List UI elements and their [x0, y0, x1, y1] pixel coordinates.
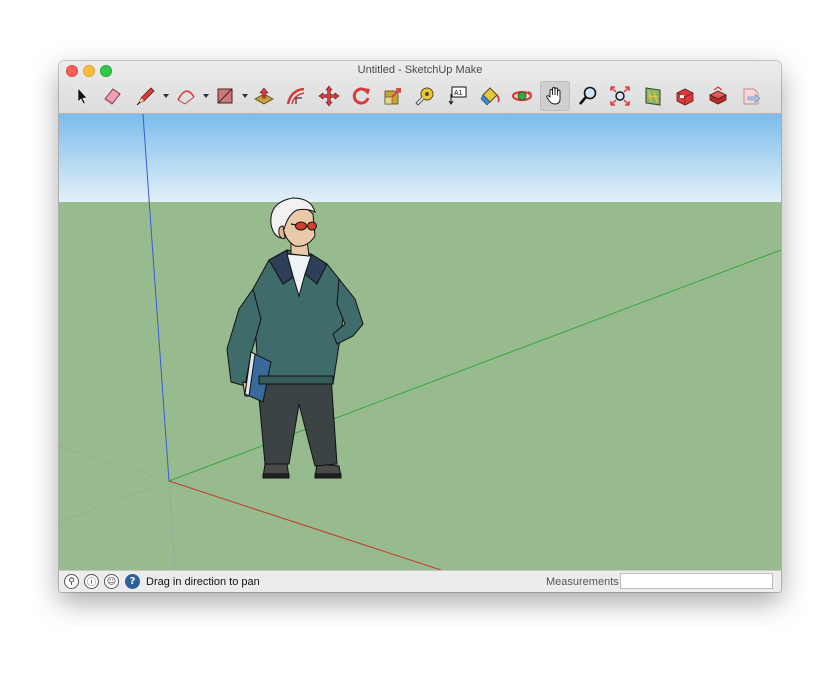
layout-icon [743, 88, 761, 105]
magnifier-icon [579, 86, 597, 105]
offset-icon [286, 87, 305, 105]
credits-icon[interactable]: ⓘ [84, 574, 99, 589]
warehouse-icon [676, 88, 694, 106]
sketchup-window: Untitled - SketchUp Make A1 ⚲ ⓘ ☺ ? Drag… [59, 61, 781, 592]
scale-icon [384, 88, 401, 105]
extension-warehouse-button[interactable] [703, 81, 733, 111]
model-viewport[interactable] [59, 114, 781, 570]
tape-measure-tool-button[interactable] [410, 81, 440, 111]
zoom-tool-button[interactable] [573, 81, 603, 111]
help-icon[interactable]: ? [125, 574, 140, 589]
rotate-icon [352, 87, 370, 105]
rectangle-icon [217, 88, 233, 104]
arc-tool-button[interactable] [171, 81, 201, 111]
push-pull-icon [254, 87, 274, 105]
status-bar: ⚲ ⓘ ☺ ? Drag in direction to pan Measure… [59, 570, 781, 592]
arrow-cursor-icon [77, 87, 88, 105]
eraser-icon [104, 88, 121, 105]
scene-canvas [59, 114, 781, 570]
arc-tool-dropdown-caret[interactable] [203, 94, 209, 98]
shapes-tool-button[interactable] [210, 81, 240, 111]
pencil-icon [136, 87, 155, 106]
measurements-input[interactable] [620, 573, 773, 589]
measurements-label: Measurements [546, 576, 619, 588]
scale-tool-button[interactable] [378, 81, 408, 111]
user-account-icon[interactable]: ☺ [104, 574, 119, 589]
zoom-extents-tool-button[interactable] [605, 81, 635, 111]
tape-measure-icon [415, 87, 434, 106]
zoom-extents-icon [610, 86, 630, 106]
arc-icon [177, 90, 195, 105]
main-toolbar: A1 [67, 80, 777, 112]
select-tool-button[interactable] [67, 81, 97, 111]
paint-bucket-icon [480, 87, 500, 106]
title-bar: Untitled - SketchUp Make A1 [59, 61, 781, 114]
shapes-tool-dropdown-caret[interactable] [242, 94, 248, 98]
paint-bucket-tool-button[interactable] [475, 81, 505, 111]
window-title: Untitled - SketchUp Make [357, 64, 483, 76]
line-tool-button[interactable] [131, 81, 161, 111]
section-plane-tool-button[interactable] [638, 81, 668, 111]
hand-icon [546, 87, 561, 105]
pan-tool-button[interactable] [540, 81, 570, 111]
status-message: Drag in direction to pan [146, 576, 260, 588]
text-icon: A1 [448, 86, 467, 105]
extension-warehouse-icon [709, 86, 727, 105]
offset-tool-button[interactable] [281, 81, 311, 111]
line-tool-dropdown-caret[interactable] [163, 94, 169, 98]
geo-location-icon[interactable]: ⚲ [64, 574, 79, 589]
eraser-tool-button[interactable] [97, 81, 127, 111]
svg-text:A1: A1 [454, 90, 463, 97]
3d-warehouse-button[interactable] [670, 81, 700, 111]
orbit-icon [511, 90, 533, 102]
move-icon [318, 85, 340, 107]
section-plane-icon [645, 87, 661, 106]
sky [59, 114, 781, 202]
move-tool-button[interactable] [314, 81, 344, 111]
send-to-layout-button[interactable] [736, 81, 766, 111]
rotate-tool-button[interactable] [346, 81, 376, 111]
push-pull-tool-button[interactable] [249, 81, 279, 111]
orbit-tool-button[interactable] [507, 81, 537, 111]
text-tool-button[interactable]: A1 [442, 81, 472, 111]
